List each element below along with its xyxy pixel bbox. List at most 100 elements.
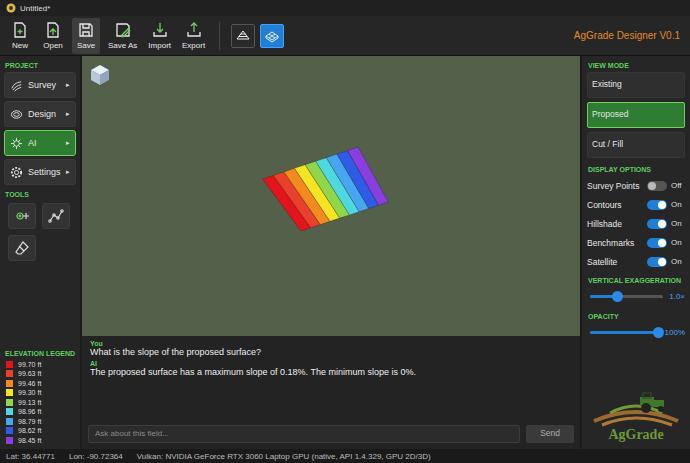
- view-toggle[interactable]: [231, 24, 255, 48]
- eraser-tool[interactable]: [8, 235, 36, 261]
- legend-value: 99.30 ft: [18, 389, 41, 396]
- right-panel: VIEW MODE ExistingProposedCut / Fill DIS…: [582, 56, 690, 449]
- toolbar-button[interactable]: New: [6, 18, 34, 54]
- view-mode-button[interactable]: Cut / Fill: [587, 132, 685, 158]
- legend-swatch: [6, 380, 13, 387]
- toolbar-button[interactable]: Open: [39, 18, 67, 54]
- toggle-switch[interactable]: [647, 257, 667, 267]
- toolbar-label: Export: [182, 41, 205, 50]
- legend-row: 99.46 ft: [4, 379, 76, 389]
- submenu-arrow: ▸: [66, 81, 70, 89]
- sidebar-item[interactable]: Settings ▸: [4, 159, 76, 185]
- display-options: Survey Points OffContours OnHillshade On…: [587, 176, 685, 271]
- legend-swatch: [6, 437, 13, 444]
- toolbar-button[interactable]: Import: [145, 18, 174, 54]
- chat-input[interactable]: Ask about this field...: [88, 425, 520, 443]
- toggle-switch[interactable]: [647, 238, 667, 248]
- slider-thumb[interactable]: [653, 327, 664, 338]
- chat-log: You What is the slope of the proposed su…: [82, 336, 580, 422]
- toolbar-icon: [44, 21, 62, 39]
- toolbar-button[interactable]: Export: [179, 18, 208, 54]
- app-window: Untitled* New Open Save Save As Import E…: [0, 0, 690, 463]
- section-heading: PROJECT: [4, 60, 76, 72]
- tools-grid: [4, 201, 76, 263]
- legend-row: 98.79 ft: [4, 417, 76, 427]
- toolbar-button[interactable]: Save: [72, 18, 100, 54]
- renderer-info: Vulkan: NVIDIA GeForce RTX 3060 Laptop G…: [137, 452, 431, 461]
- toggle-state: On: [671, 257, 685, 266]
- slider-thumb[interactable]: [612, 291, 623, 302]
- map-view[interactable]: [82, 56, 580, 336]
- legend-row: 98.45 ft: [4, 436, 76, 446]
- slider-track[interactable]: [590, 331, 659, 334]
- toolbar-label: Save As: [108, 41, 137, 50]
- option-row: Hillshade On: [587, 214, 685, 233]
- option-row: Benchmarks On: [587, 233, 685, 252]
- toggle-state: On: [671, 238, 685, 247]
- satellite-map: [82, 56, 580, 336]
- toolbar-icon: [11, 21, 29, 39]
- legend-swatch: [6, 408, 13, 415]
- toolbar-icon: [114, 21, 132, 39]
- view-toggle[interactable]: [260, 24, 284, 48]
- project-menu: Survey ▸ Design ▸ AI ▸ Settings ▸: [4, 72, 76, 185]
- option-row: Satellite On: [587, 252, 685, 271]
- legend-swatch: [6, 418, 13, 425]
- legend-value: 99.13 ft: [18, 399, 41, 406]
- toolbar-label: Import: [148, 41, 171, 50]
- send-button[interactable]: Send: [526, 425, 574, 443]
- toggle-knob: [658, 258, 666, 266]
- app-icon: [6, 3, 16, 13]
- elevation-legend: ELEVATION LEGEND 99.70 ft 99.63 ft 99.46…: [4, 348, 76, 446]
- toolbar-icon: [151, 21, 169, 39]
- toggle-knob: [658, 220, 666, 228]
- orientation-cube-icon[interactable]: [90, 64, 110, 86]
- toggle-switch[interactable]: [647, 200, 667, 210]
- legend-swatch: [6, 389, 13, 396]
- submenu-arrow: ▸: [66, 110, 70, 118]
- title-bar: Untitled*: [0, 0, 690, 16]
- toolbar: New Open Save Save As Import Export AgGr…: [0, 16, 690, 56]
- slider-track[interactable]: [590, 295, 663, 298]
- slider-heading: OPACITY: [587, 311, 685, 323]
- center-panel: You What is the slope of the proposed su…: [82, 56, 580, 449]
- message-sender: You: [90, 340, 572, 347]
- view-mode-button[interactable]: Proposed: [587, 102, 685, 128]
- toggle-switch[interactable]: [647, 181, 667, 191]
- view-mode-button[interactable]: Existing: [587, 72, 685, 98]
- option-label: Hillshade: [587, 219, 643, 229]
- toggle-knob: [658, 239, 666, 247]
- submenu-arrow: ▸: [66, 168, 70, 176]
- slider-heading: VERTICAL EXAGGERATION: [587, 275, 685, 287]
- legend-title: ELEVATION LEGEND: [4, 348, 76, 360]
- option-row: Survey Points Off: [587, 176, 685, 195]
- slider-fill: [590, 331, 659, 334]
- eraser-icon: [14, 240, 30, 256]
- app-name: AgGrade Designer V0.1: [574, 30, 684, 41]
- message-text: The proposed surface has a maximum slope…: [90, 367, 572, 377]
- sidebar-item-label: Survey: [28, 80, 61, 90]
- legend-swatch: [6, 370, 13, 377]
- message-sender: AI: [90, 360, 572, 367]
- section-heading: VIEW MODE: [587, 60, 685, 72]
- message-text: What is the slope of the proposed surfac…: [90, 347, 572, 357]
- slider-reading: 1.0×: [669, 292, 685, 301]
- submenu-arrow: ▸: [66, 139, 70, 147]
- slider-row: 100%: [587, 323, 685, 341]
- toggle-knob: [658, 201, 666, 209]
- toggle-state: Off: [671, 181, 685, 190]
- sidebar-item[interactable]: Design ▸: [4, 101, 76, 127]
- sidebar-item[interactable]: Survey ▸: [4, 72, 76, 98]
- polyline-tool[interactable]: [42, 203, 70, 229]
- tractor-field-icon: [588, 391, 684, 427]
- add-point-tool[interactable]: [8, 203, 36, 229]
- polyline-icon: [48, 208, 64, 224]
- toggle-switch[interactable]: [647, 219, 667, 229]
- toolbar-button[interactable]: Save As: [105, 18, 140, 54]
- sidebar-item[interactable]: AI ▸: [4, 130, 76, 156]
- main-area: PROJECT Survey ▸ Design ▸ AI ▸ Settings …: [0, 56, 690, 449]
- legend-value: 99.46 ft: [18, 380, 41, 387]
- left-sidebar: PROJECT Survey ▸ Design ▸ AI ▸ Settings …: [0, 56, 80, 449]
- toggle-state: On: [671, 200, 685, 209]
- legend-value: 98.79 ft: [18, 418, 41, 425]
